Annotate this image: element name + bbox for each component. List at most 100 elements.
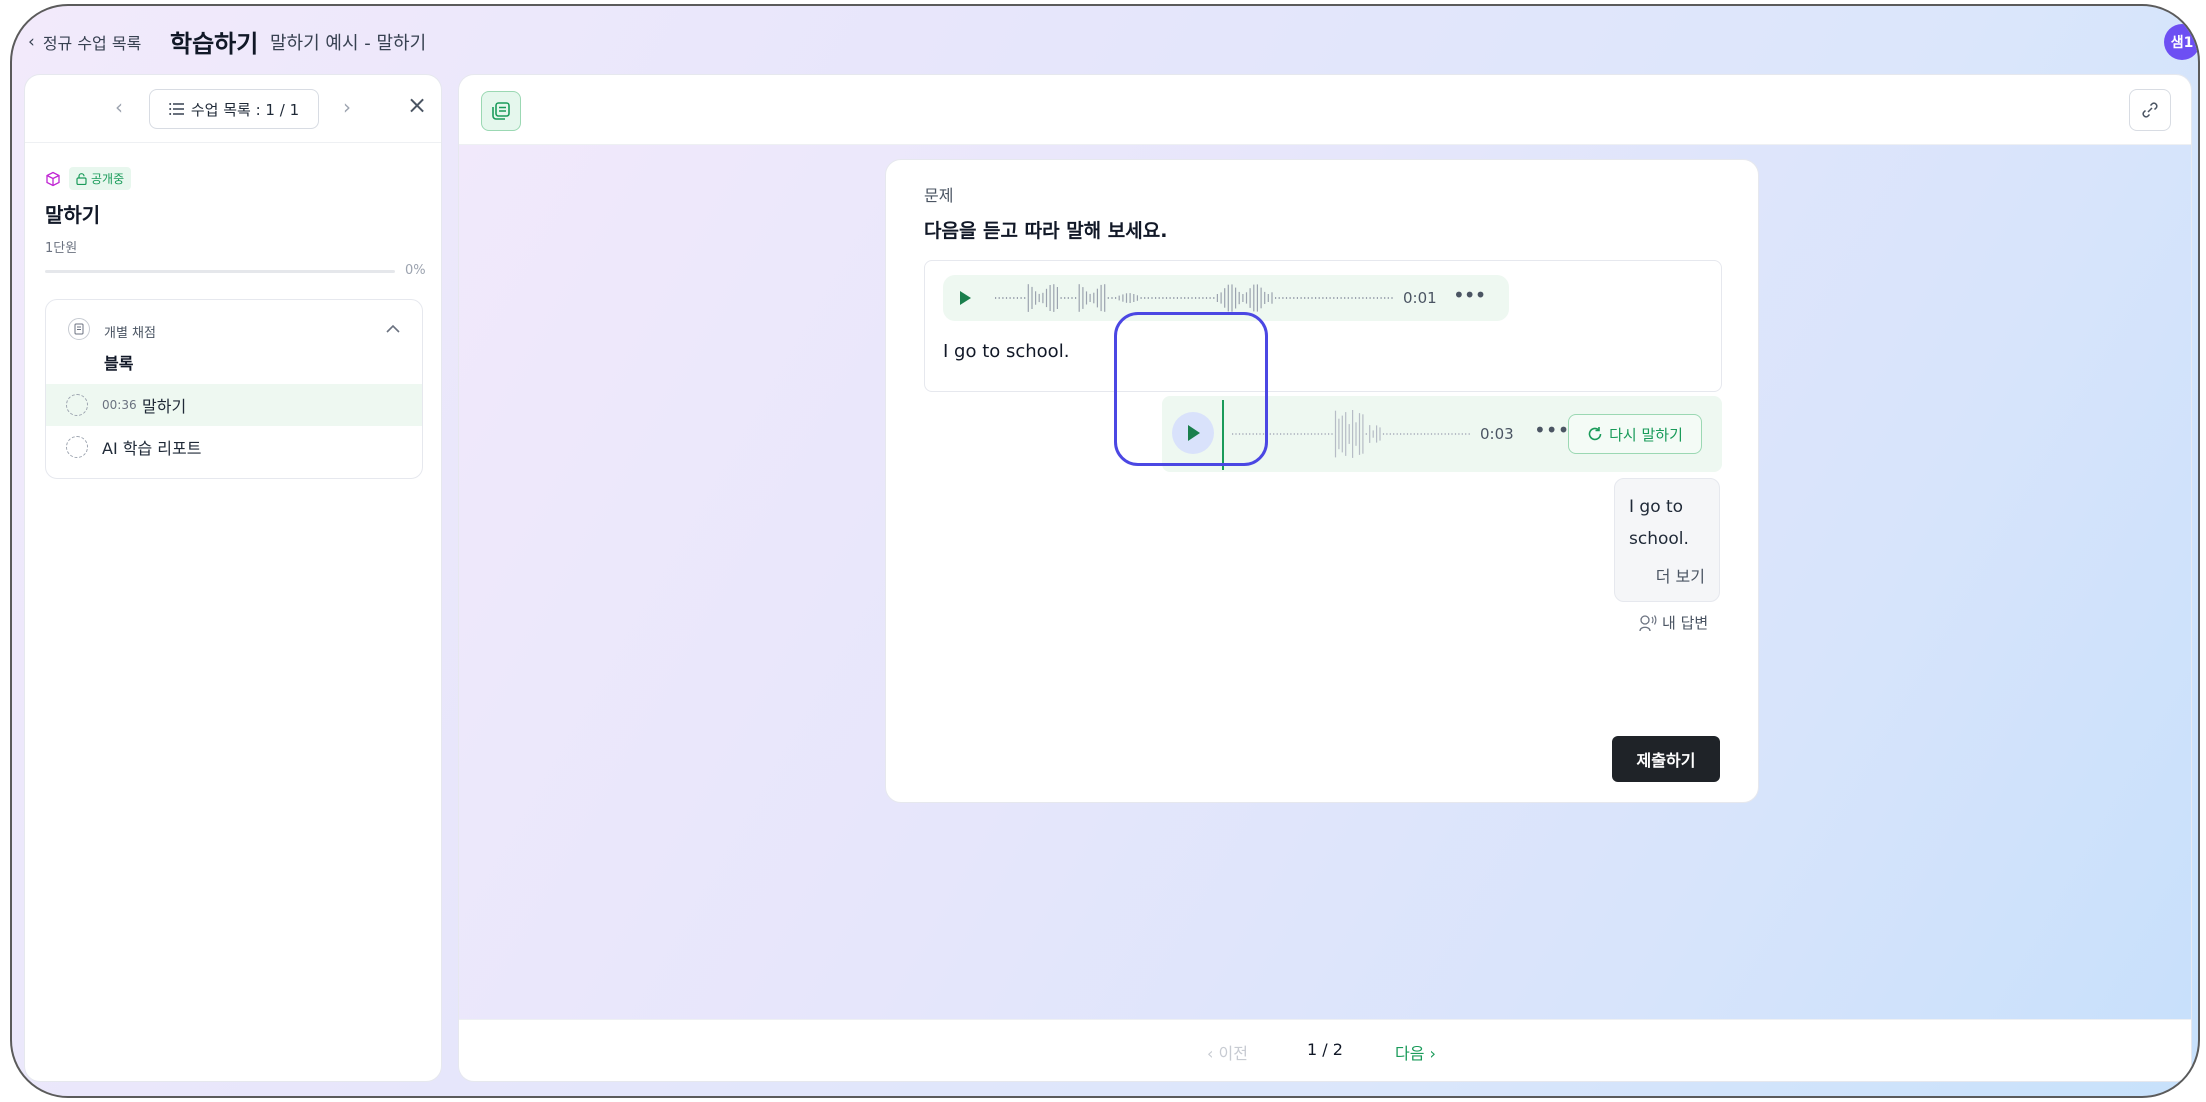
retry-speaking-button[interactable]: 다시 말하기: [1568, 414, 1702, 454]
pagination-footer: ‹ 이전 1 / 2 다음 ›: [459, 1019, 2191, 1081]
waveform-bar: [1162, 297, 1164, 299]
waveform-bar: [1093, 292, 1095, 304]
waveform-bar: [1264, 291, 1266, 304]
chevron-up-icon[interactable]: [386, 318, 400, 337]
waveform-bar: [1355, 297, 1357, 299]
waveform-bar: [1387, 297, 1389, 299]
block-name: 블록: [104, 354, 134, 373]
prompt-box: 0:01 ••• I go to school.: [924, 260, 1722, 392]
waveform-bar: [1365, 433, 1367, 435]
waveform-bar: [1089, 293, 1091, 302]
waveform-bar: [1035, 291, 1037, 305]
avatar[interactable]: 샘1: [2164, 24, 2198, 60]
app-window: ‹ 정규 수업 목록 학습하기 말하기 예시 - 말하기 샘1 ‹ 수업 목록 …: [10, 4, 2200, 1098]
question-card: 문제 다음을 듣고 따라 말해 보세요. 0:01 ••• I go to sc…: [885, 159, 1759, 803]
waveform-bar: [1242, 433, 1244, 435]
submit-button[interactable]: 제출하기: [1612, 736, 1720, 782]
waveform-bar: [1147, 297, 1149, 299]
more-button[interactable]: 더 보기: [1656, 563, 1705, 587]
waveform-bar: [1245, 292, 1248, 304]
next-page-button[interactable]: 다음 ›: [1395, 1040, 1436, 1064]
prompt-text: I go to school.: [943, 341, 1070, 362]
waveform-bar: [1056, 287, 1058, 309]
waveform-bar: [1009, 297, 1011, 299]
waveform-bar: [1005, 297, 1008, 299]
waveform-bar: [1245, 433, 1247, 435]
waveform-bar: [1129, 293, 1131, 303]
more-options-icon[interactable]: •••: [1453, 283, 1486, 307]
waveform-bar: [1293, 433, 1295, 435]
play-icon[interactable]: [949, 282, 981, 314]
prev-page-button[interactable]: ‹ 이전: [1207, 1040, 1248, 1064]
waveform-bar: [1444, 433, 1446, 435]
prev-lesson-chevron-icon[interactable]: ‹: [115, 95, 123, 119]
waveform-bar: [1322, 297, 1324, 299]
next-lesson-chevron-icon[interactable]: ›: [343, 95, 351, 119]
waveform-bar: [1085, 291, 1088, 305]
link-button[interactable]: [2129, 89, 2171, 131]
waveform-bar: [1340, 297, 1342, 299]
public-status-badge: 공개중: [69, 167, 132, 190]
waveform-bar: [1049, 285, 1051, 311]
waveform-bar: [1355, 422, 1357, 446]
waveform-bar: [1352, 410, 1354, 458]
link-icon: [2142, 102, 2158, 118]
block-card: 개별 채점 블록 00:36 말하기 AI 학습 리포트: [45, 299, 423, 479]
waveform-bar: [1169, 297, 1171, 299]
waveform-bar: [1344, 297, 1346, 299]
waveform-bar: [1286, 433, 1289, 435]
response-audio-time: 0:03: [1480, 425, 1514, 443]
waveform-bar: [1242, 294, 1244, 302]
waveform-bar: [1461, 433, 1463, 435]
waveform-bar: [1096, 288, 1098, 308]
waveform-bar: [1027, 284, 1029, 312]
waveform-bar: [1307, 433, 1309, 435]
block-item-ai-report[interactable]: AI 학습 리포트: [46, 426, 422, 468]
waveform-bar: [998, 297, 1000, 299]
waveform-bar: [1031, 286, 1033, 309]
lesson-progress-label: 0%: [405, 263, 426, 278]
lesson-unit: 1단원: [45, 241, 78, 256]
waveform-bar: [1253, 284, 1255, 312]
retry-label: 다시 말하기: [1609, 425, 1683, 444]
waveform-bar: [1238, 291, 1240, 305]
waveform-bar: [1324, 433, 1326, 435]
answer-bubble: I go to school. 더 보기: [1614, 478, 1720, 602]
waveform-bar: [1307, 297, 1309, 299]
waveform-bar: [1232, 433, 1234, 435]
back-to-lessons-link[interactable]: ‹ 정규 수업 목록: [28, 30, 141, 54]
back-link-label: 정규 수업 목록: [42, 34, 142, 53]
waveform-bar: [1345, 412, 1347, 456]
response-waveform: [1232, 410, 1470, 458]
waveform-bar: [1111, 297, 1113, 299]
waveform-bar: [1002, 297, 1004, 299]
public-badge-label: 공개중: [91, 172, 125, 186]
block-card-header: 개별 채점 블록: [46, 300, 422, 384]
waveform-bar: [1451, 433, 1453, 435]
block-item-speaking[interactable]: 00:36 말하기: [46, 384, 422, 426]
waveform-bar: [1304, 297, 1306, 299]
waveform-bar: [1300, 433, 1302, 435]
waveform-bar: [1180, 297, 1182, 299]
lesson-title: 말하기: [45, 203, 101, 227]
main-header: [459, 75, 2191, 145]
content-area: 문제 다음을 듣고 따라 말해 보세요. 0:01 ••• I go to sc…: [459, 145, 2191, 1021]
cube-icon: [46, 171, 60, 186]
waveform-bar: [1329, 297, 1331, 299]
waveform-bar: [1176, 297, 1178, 299]
prev-label: 이전: [1218, 1044, 1248, 1063]
block-item-time: 00:36: [102, 398, 137, 412]
close-icon[interactable]: ×: [407, 91, 427, 119]
waveform-bar: [1372, 430, 1374, 438]
waveform-bar: [1311, 297, 1313, 299]
waveform-bar: [1315, 297, 1317, 299]
waveform-bar: [1365, 297, 1368, 299]
play-icon[interactable]: [1172, 412, 1214, 454]
waveform-bar: [1410, 433, 1412, 435]
waveform-bar: [1341, 415, 1343, 453]
lesson-list-button[interactable]: 수업 목록 : 1 / 1: [149, 89, 319, 129]
stack-cards-icon[interactable]: [481, 91, 521, 131]
more-options-icon[interactable]: •••: [1534, 418, 1569, 442]
waveform-bar: [1420, 433, 1422, 435]
waveform-bar: [1082, 287, 1084, 309]
